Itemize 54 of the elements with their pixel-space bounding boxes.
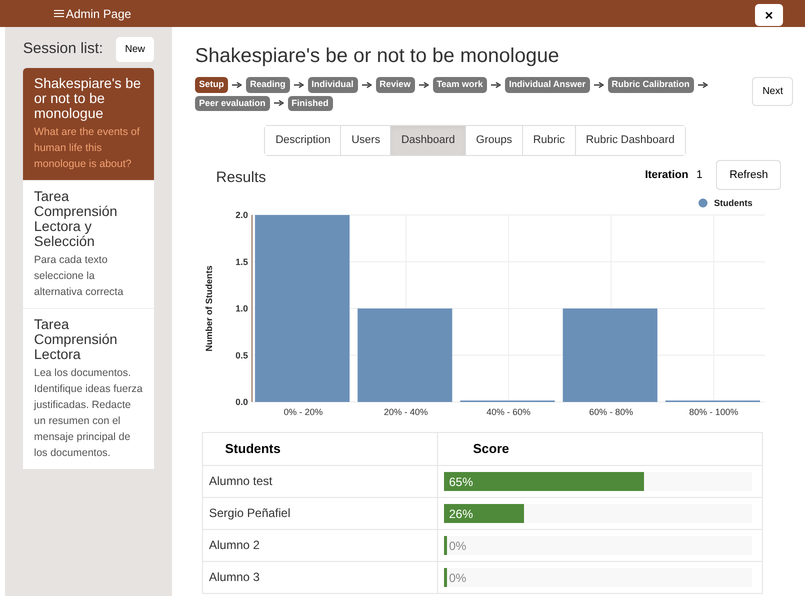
- arrow-icon: [418, 82, 429, 88]
- results-title: Results: [216, 168, 266, 188]
- tab[interactable]: Dashboard: [390, 126, 466, 154]
- legend-label: Students: [714, 198, 753, 208]
- arrow-icon: [274, 100, 284, 106]
- arrow-icon: [490, 82, 501, 88]
- x-tick-label: 60% - 80%: [589, 407, 634, 417]
- x-tick-label: 0% - 20%: [284, 407, 323, 417]
- student-name: Alumno 3: [209, 570, 260, 584]
- arrow-icon: [294, 82, 304, 88]
- session-item[interactable]: Shakespiare's be or not to be monologue What are the events of human life this monologue is about?: [23, 68, 154, 180]
- x-tick-label: 40% - 60%: [486, 407, 531, 417]
- student-name: Alumno test: [209, 474, 272, 488]
- step-label: Team work: [432, 77, 487, 92]
- tab[interactable]: Rubric Dashboard: [574, 126, 685, 154]
- step-label: Review: [376, 77, 415, 92]
- step-label: Setup: [195, 77, 228, 92]
- x-tick-label: 20% - 40%: [384, 407, 428, 417]
- arrow-icon: [594, 82, 604, 88]
- y-tick-label: 0.5: [235, 350, 248, 360]
- column-header: Score: [473, 441, 510, 456]
- x-tick-label: 80% - 100%: [689, 407, 738, 417]
- session-item[interactable]: Tarea Comprensión Lectora Lea los documentos. Identifique ideas fuerza justificadas. Redacte un resumen con el mensaje principal de los documentos.: [23, 308, 154, 469]
- y-axis-title: Number of Students: [204, 266, 214, 352]
- new-button[interactable]: New: [116, 37, 154, 62]
- y-tick-label: 2.0: [235, 210, 248, 220]
- session-title: Shakespiare's be or not to be monologue: [195, 44, 560, 69]
- sidebar-title: Session list:: [23, 39, 104, 60]
- score-label: 0%: [449, 538, 466, 554]
- step-label: Reading: [246, 77, 290, 92]
- step-label: Peer evaluation: [195, 96, 270, 111]
- close-button[interactable]: ×: [755, 4, 783, 26]
- y-tick-label: 1.5: [235, 256, 248, 267]
- next-button[interactable]: Next: [752, 77, 793, 106]
- iteration-label: Iteration: [644, 168, 688, 182]
- score-label: 26%: [449, 506, 474, 522]
- header-title: Admin Page: [54, 4, 132, 22]
- student-name: Sergio Peñafiel: [209, 506, 290, 520]
- step-label: Rubric Calibration: [608, 77, 694, 92]
- score-label: 65%: [449, 474, 474, 490]
- student-name: Alumno 2: [209, 538, 260, 552]
- refresh-button[interactable]: Refresh: [716, 160, 781, 190]
- arrow-icon: [362, 82, 372, 88]
- step-label: Individual Answer: [504, 77, 590, 92]
- y-tick-label: 1.0: [235, 304, 248, 314]
- column-header: Students: [225, 441, 281, 456]
- session-item[interactable]: Tarea Comprensión Lectora y Selección Para cada texto seleccione la alternativa correcta: [23, 180, 154, 308]
- iteration-value: 1: [696, 168, 702, 182]
- y-tick-label: 0.0: [235, 397, 248, 407]
- arrow-icon: [698, 82, 708, 88]
- score-label: 0%: [449, 570, 466, 586]
- step-label: Finished: [288, 96, 333, 111]
- arrow-icon: [232, 82, 242, 88]
- step-label: Individual: [308, 77, 358, 92]
